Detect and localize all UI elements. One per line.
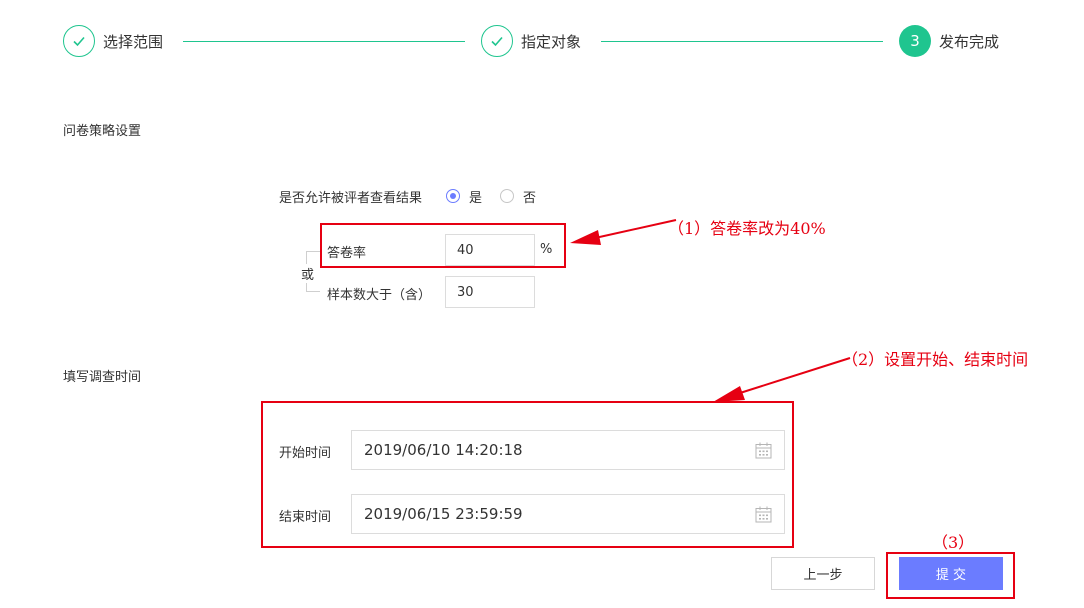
annotation-note-1: （1）答卷率改为40% [668, 219, 826, 238]
annotation-note-3: （3） [932, 533, 975, 552]
annotation-note-2: （2）设置开始、结束时间 [842, 350, 1029, 369]
annotation-arrows [570, 219, 851, 402]
